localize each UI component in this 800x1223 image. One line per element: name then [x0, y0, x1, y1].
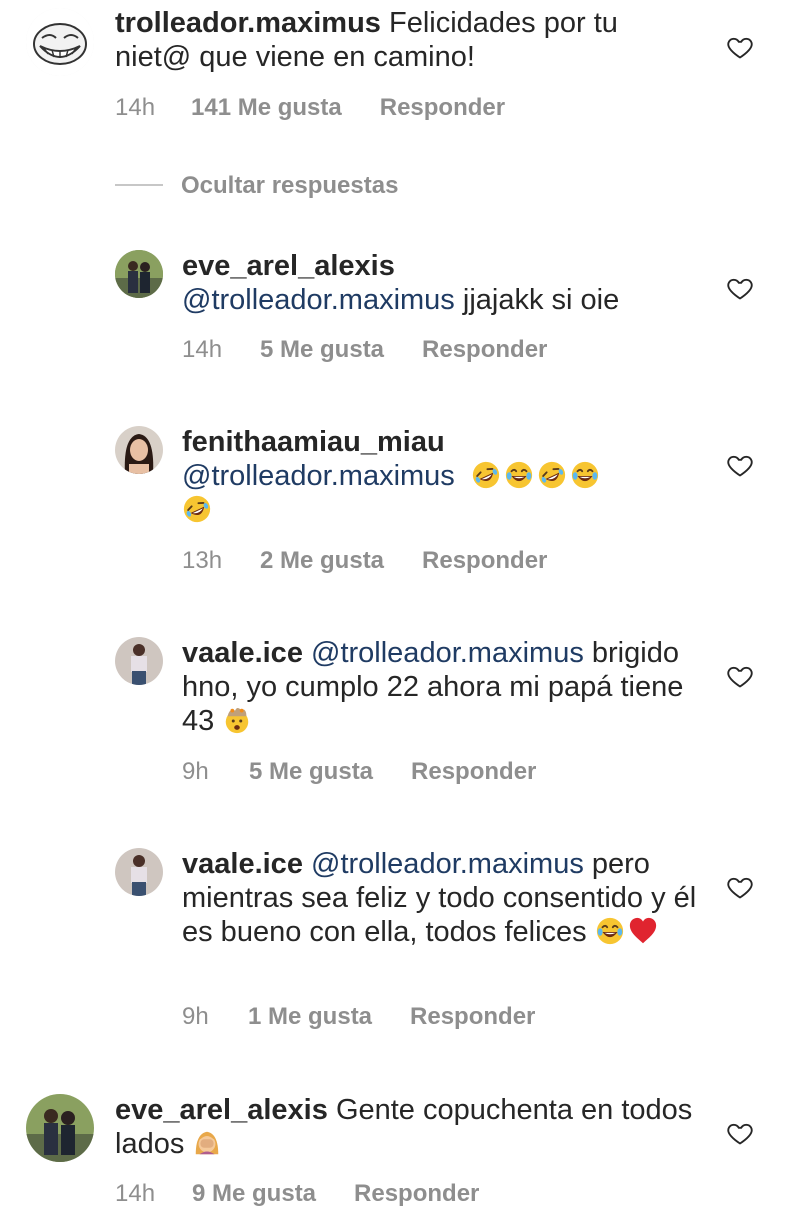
woman-photo-avatar[interactable] — [115, 426, 163, 474]
comment-username[interactable]: fenithaamiau_miau — [182, 425, 702, 459]
comment-meta: 9h 5 Me gusta Responder — [182, 758, 536, 786]
like-heart-icon[interactable] — [725, 1119, 755, 1147]
divider-line — [115, 183, 163, 186]
comment-text: trolleador.maximus Felicidades por tu ni… — [115, 6, 695, 74]
mention-link[interactable]: @trolleador.maximus — [182, 460, 455, 492]
exploding-head-emoji — [222, 705, 252, 735]
like-heart-icon[interactable] — [725, 33, 755, 61]
comment-meta: 14h 9 Me gusta Responder — [115, 1180, 479, 1208]
like-heart-icon[interactable] — [725, 873, 755, 901]
comment-time: 14h — [115, 94, 156, 121]
facepalm-emoji — [192, 1128, 222, 1158]
troll-face-avatar[interactable] — [26, 8, 94, 76]
tears-of-joy-emoji — [504, 460, 534, 490]
reply-button[interactable]: Responder — [354, 1180, 479, 1208]
comment-text: fenithaamiau_miau @trolleador.maximus — [182, 425, 702, 527]
comment-text: eve_arel_alexis @trolleador.maximus jjaj… — [182, 249, 702, 317]
comment-meta: 14h 5 Me gusta Responder — [182, 336, 547, 364]
like-heart-icon[interactable] — [725, 274, 755, 302]
mention-link[interactable]: @trolleador.maximus — [311, 848, 584, 880]
comment-username[interactable]: vaale.ice — [182, 637, 303, 669]
like-heart-icon[interactable] — [725, 662, 755, 690]
reply-button[interactable]: Responder — [411, 758, 536, 786]
tears-of-joy-emoji — [570, 460, 600, 490]
couple-photo-avatar[interactable] — [115, 250, 163, 298]
like-count[interactable]: 141 Me gusta — [191, 94, 342, 122]
comment-meta: 13h 2 Me gusta Responder — [182, 547, 547, 575]
hide-replies-label: Ocultar respuestas — [181, 172, 399, 199]
mention-link[interactable]: @trolleador.maximus — [311, 637, 584, 669]
rofl-emoji — [471, 460, 501, 490]
comment-time: 14h — [115, 1180, 156, 1207]
woman-photo-avatar[interactable] — [115, 848, 163, 896]
like-count[interactable]: 5 Me gusta — [260, 336, 384, 364]
couple-photo-avatar[interactable] — [26, 1094, 94, 1162]
reply-button[interactable]: Responder — [380, 94, 505, 122]
comment-time: 14h — [182, 336, 223, 363]
comment-username[interactable]: eve_arel_alexis — [182, 249, 702, 283]
comment-text: vaale.ice @trolleador.maximus brigido hn… — [182, 636, 702, 738]
comment-meta: 14h 141 Me gusta Responder — [115, 94, 505, 122]
red-heart-emoji — [628, 916, 658, 946]
like-heart-icon[interactable] — [725, 451, 755, 479]
comment-time: 13h — [182, 547, 223, 574]
rofl-emoji — [182, 494, 212, 524]
comment-body: jjajakk si oie — [462, 284, 620, 316]
hide-replies-toggle[interactable]: Ocultar respuestas — [115, 172, 398, 200]
woman-photo-avatar[interactable] — [115, 637, 163, 685]
tears-of-joy-emoji — [595, 916, 625, 946]
reply-button[interactable]: Responder — [410, 1003, 535, 1031]
like-count[interactable]: 5 Me gusta — [249, 758, 373, 786]
comment-username[interactable]: trolleador.maximus — [115, 7, 381, 39]
comment-time: 9h — [182, 758, 209, 785]
comment-text: eve_arel_alexis Gente copuchenta en todo… — [115, 1093, 695, 1161]
like-count[interactable]: 9 Me gusta — [192, 1180, 316, 1208]
like-count[interactable]: 2 Me gusta — [260, 547, 384, 575]
mention-link[interactable]: @trolleador.maximus — [182, 284, 455, 316]
comment-username[interactable]: vaale.ice — [182, 848, 303, 880]
comment-text: vaale.ice @trolleador.maximus pero mient… — [182, 847, 702, 949]
comment-meta: 9h 1 Me gusta Responder — [182, 1003, 535, 1031]
reply-button[interactable]: Responder — [422, 336, 547, 364]
rofl-emoji — [537, 460, 567, 490]
comment-username[interactable]: eve_arel_alexis — [115, 1094, 328, 1126]
comment-time: 9h — [182, 1003, 209, 1030]
like-count[interactable]: 1 Me gusta — [248, 1003, 372, 1031]
reply-button[interactable]: Responder — [422, 547, 547, 575]
